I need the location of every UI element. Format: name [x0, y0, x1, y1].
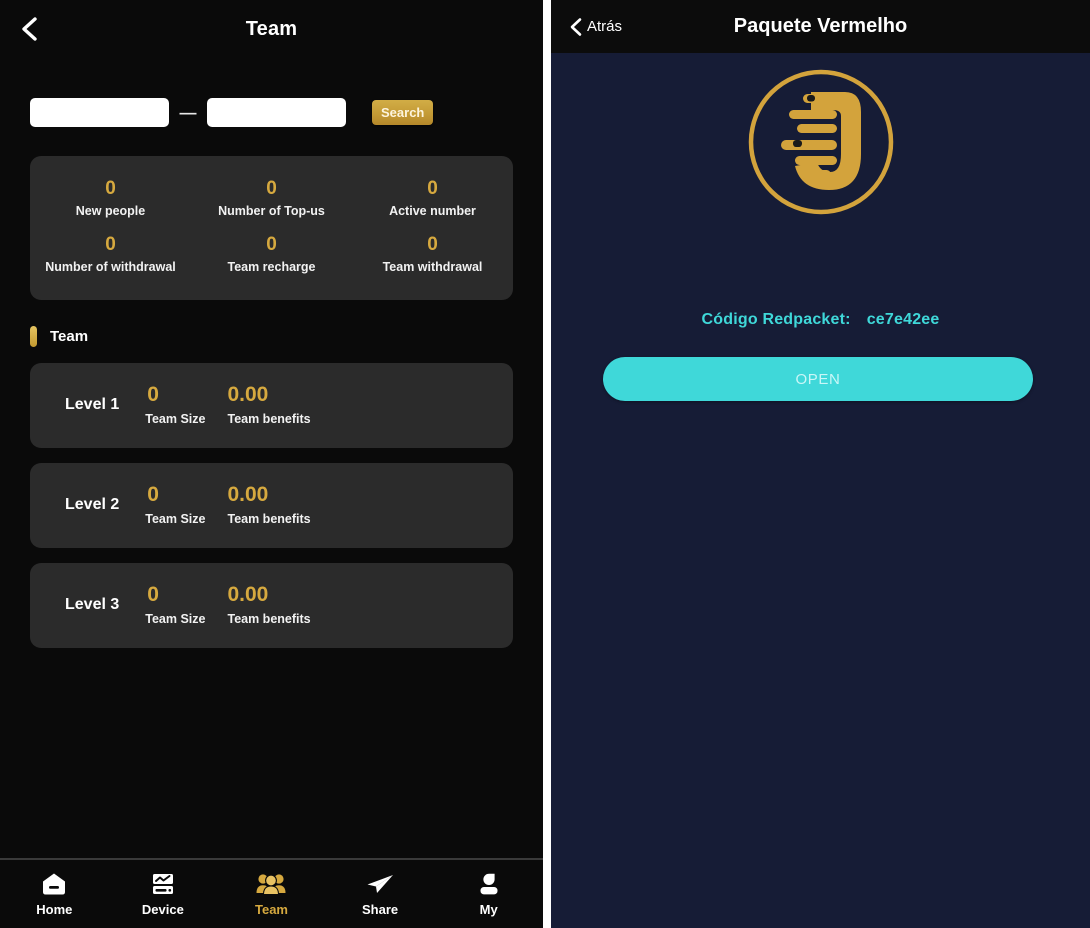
home-icon [41, 871, 67, 897]
level-name: Level 2 [65, 496, 120, 514]
redpacket-code-line: Código Redpacket: ce7e42ee [551, 311, 1090, 329]
device-monitor-icon [150, 871, 176, 897]
back-button[interactable] [16, 16, 42, 42]
metric-label: Team Size [145, 612, 206, 627]
metric-value: 0 [147, 583, 159, 607]
team-content: — Search 0 New people 0 Number of Top-us… [0, 58, 543, 858]
stat-label: Number of Top-us [218, 203, 325, 218]
metric-label: Team benefits [227, 512, 311, 527]
stat-value: 0 [105, 178, 116, 199]
stat-active-number: 0 Active number [352, 178, 513, 218]
redpacket-content: Código Redpacket: ce7e42ee OPEN [551, 53, 1090, 928]
section-accent-bar [30, 326, 37, 348]
stat-label: Number of withdrawal [45, 259, 176, 274]
stat-label: Team withdrawal [382, 259, 483, 274]
level-team-size: 0 Team Size [145, 484, 205, 526]
nav-label: My [479, 902, 498, 917]
stat-team-withdrawal: 0 Team withdrawal [352, 234, 513, 274]
chevron-left-icon [570, 17, 582, 36]
metric-label: Team Size [145, 512, 206, 527]
stat-value: 0 [105, 233, 116, 255]
level-name: Level 1 [65, 396, 120, 414]
metric-value: 0.00 [227, 583, 269, 607]
level-team-size: 0 Team Size [145, 584, 205, 626]
open-redpacket-button[interactable]: OPEN [603, 357, 1033, 401]
team-panel: Team — Search 0 New people 0 Number of T… [0, 0, 543, 928]
nav-label: Share [362, 902, 399, 917]
date-from-input[interactable] [30, 97, 169, 127]
nav-item-my[interactable]: My [434, 871, 543, 917]
people-group-icon [256, 871, 286, 897]
stat-value: 0 [427, 178, 438, 199]
page-title: Team [245, 17, 298, 40]
stat-team-recharge: 0 Team recharge [191, 234, 352, 274]
brand-u-logo [551, 66, 1090, 218]
page-title: Paquete Vermelho [733, 15, 908, 37]
metric-value: 0 [147, 383, 159, 407]
paper-plane-icon [365, 871, 395, 897]
redpacket-panel: Atrás Paquete Vermelho Código Redpacket:… [551, 0, 1090, 928]
metric-label: Team Size [145, 412, 206, 427]
date-to-input[interactable] [207, 97, 346, 127]
metric-value: 0.00 [227, 483, 269, 507]
nav-item-team[interactable]: Team [217, 871, 326, 917]
team-header: Team [0, 0, 543, 58]
section-title: Team [50, 328, 89, 346]
nav-label: Team [254, 902, 288, 917]
metric-label: Team benefits [227, 612, 311, 627]
nav-label: Home [36, 902, 73, 917]
stat-label: Team recharge [227, 259, 316, 274]
stat-number-of-withdrawal: 0 Number of withdrawal [30, 234, 191, 274]
stat-value: 0 [266, 178, 277, 199]
level-team-benefits: 0.00 Team benefits [227, 484, 310, 526]
user-profile-icon [476, 871, 502, 897]
redpacket-code-value: ce7e42ee [866, 311, 940, 328]
nav-label: Device [141, 902, 184, 917]
redpacket-code-label: Código Redpacket: [701, 311, 851, 328]
team-level-row[interactable]: Level 2 0 Team Size 0.00 Team benefits [30, 462, 513, 548]
stat-value: 0 [427, 233, 438, 255]
metric-value: 0 [147, 483, 159, 507]
chevron-left-icon [22, 17, 37, 41]
redpacket-header: Atrás Paquete Vermelho [551, 0, 1090, 53]
team-stats-grid: 0 New people 0 Number of Top-us 0 Active… [30, 178, 513, 274]
level-team-size: 0 Team Size [145, 384, 205, 426]
stat-number-of-topups: 0 Number of Top-us [191, 178, 352, 218]
nav-item-share[interactable]: Share [326, 871, 435, 917]
stat-label: New people [75, 203, 146, 218]
back-label: Atrás [587, 18, 623, 35]
level-team-benefits: 0.00 Team benefits [227, 384, 310, 426]
search-row: — Search [30, 95, 513, 129]
nav-item-device[interactable]: Device [109, 871, 218, 917]
level-team-benefits: 0.00 Team benefits [227, 584, 310, 626]
bottom-navigation: Home Device Team Share My [0, 858, 543, 928]
team-section-header: Team [30, 326, 513, 348]
stat-label: Active number [389, 203, 476, 218]
stat-value: 0 [266, 233, 277, 255]
stat-new-people: 0 New people [30, 178, 191, 218]
back-button[interactable]: Atrás [569, 17, 622, 37]
team-level-row[interactable]: Level 3 0 Team Size 0.00 Team benefits [30, 562, 513, 648]
team-stats-card: 0 New people 0 Number of Top-us 0 Active… [30, 156, 513, 300]
nav-item-home[interactable]: Home [0, 871, 109, 917]
level-name: Level 3 [65, 596, 120, 614]
metric-value: 0.00 [227, 383, 269, 407]
metric-label: Team benefits [227, 412, 311, 427]
panel-divider [543, 0, 551, 928]
app-screen: Team — Search 0 New people 0 Number of T… [0, 0, 1090, 928]
team-level-row[interactable]: Level 1 0 Team Size 0.00 Team benefits [30, 362, 513, 448]
range-separator: — [179, 102, 197, 122]
search-button[interactable]: Search [372, 99, 434, 125]
